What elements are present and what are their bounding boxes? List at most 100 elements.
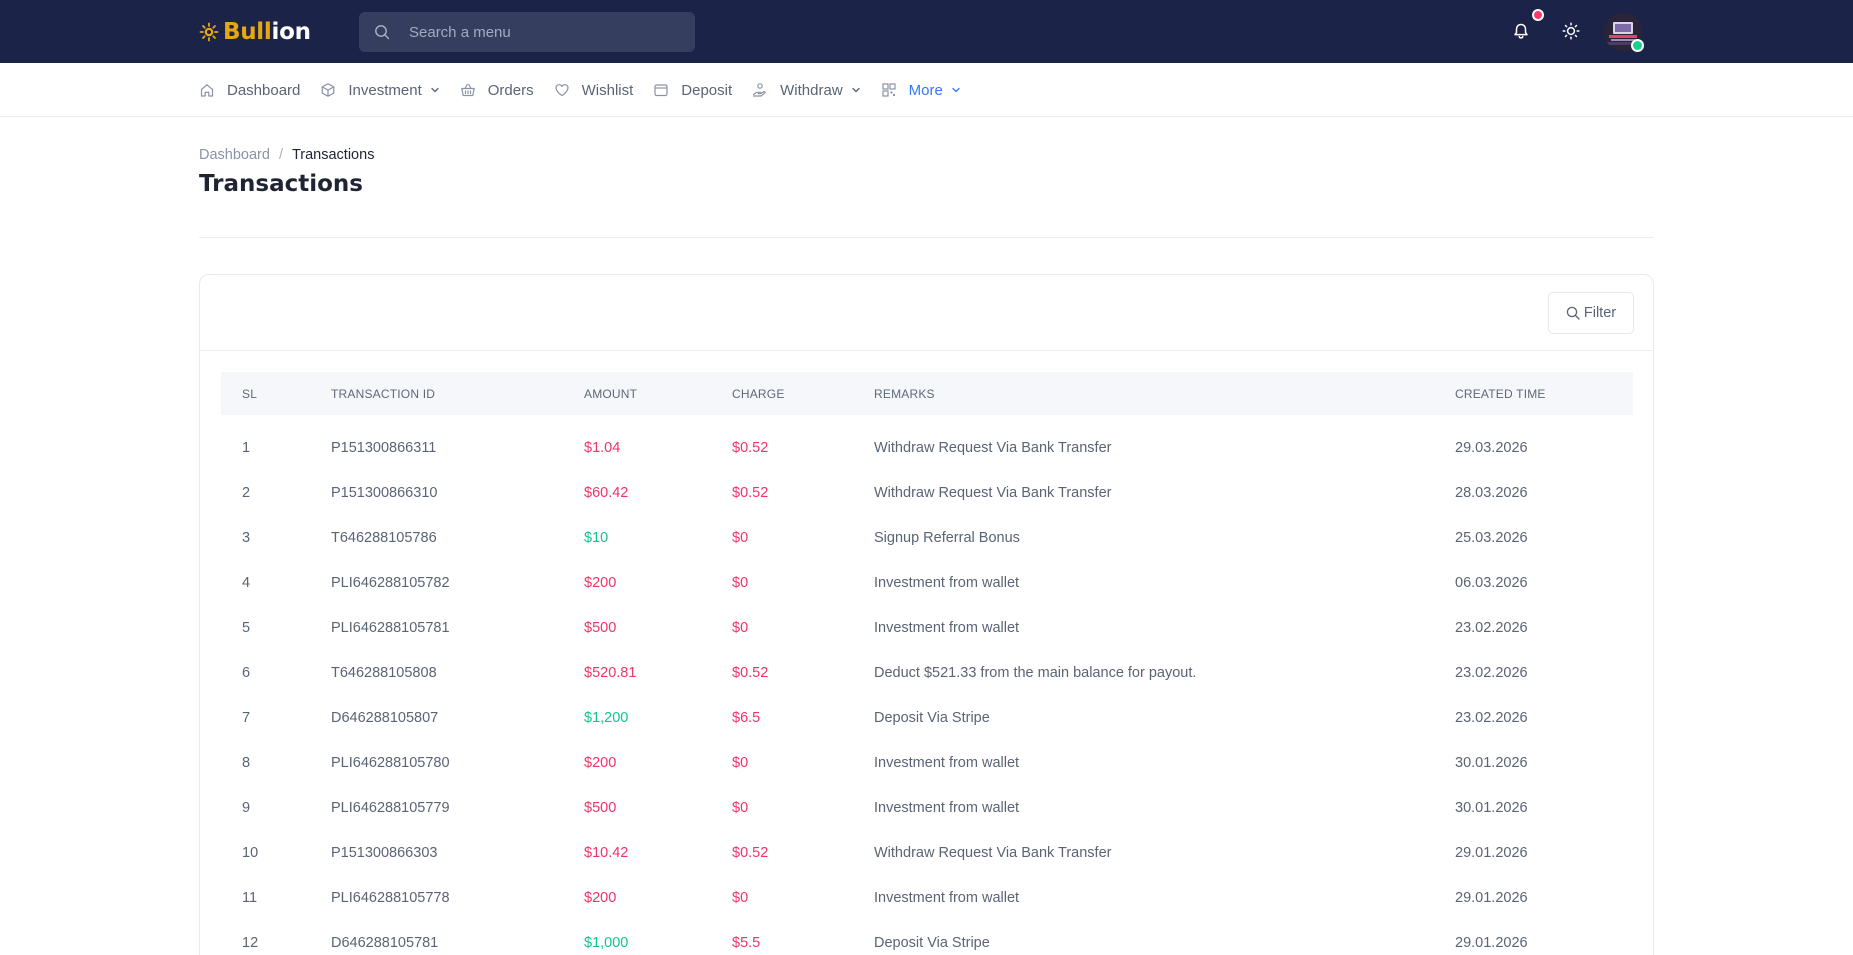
cell-sl: 12 [242,934,259,951]
cell-charge: $0.52 [732,484,769,501]
notification-badge [1532,9,1544,21]
cell-transaction-id: T646288105786 [331,529,437,546]
cell-remarks: Deduct $521.33 from the main balance for… [874,664,1197,681]
menu-search [359,12,695,52]
nav-item-label: More [908,81,943,99]
cell-transaction-id: PLI646288105782 [331,574,450,591]
wallet-icon [654,84,668,97]
nav-item-label: Dashboard [227,81,301,99]
cell-remarks: Investment from wallet [874,799,1020,816]
table-row: 3 T646288105786 $10 $0 Signup Referral Bonus… [221,515,1633,560]
breadcrumb-dashboard-link[interactable]: Dashboard [199,147,270,163]
transactions-card: Filter SL TRANSACTION ID AMOUNT CHARGE REMAR… [199,274,1654,955]
cell-amount: $500 [584,619,617,636]
cell-charge: $0.52 [732,844,769,861]
cell-transaction-id: PLI646288105778 [331,889,450,906]
chevron-down-icon [431,87,439,93]
search-icon [375,25,390,40]
cell-transaction-id: P151300866310 [331,484,438,501]
theme-toggle-sun-icon[interactable] [1562,22,1580,40]
search-icon [1566,306,1580,320]
nav-item-orders[interactable]: Orders [460,63,534,117]
cell-transaction-id: PLI646288105780 [331,754,450,771]
cell-created-time: 29.03.2026 [1455,439,1528,456]
column-header: AMOUNT [584,386,638,401]
nav-item-label: Wishlist [581,81,634,99]
top-bar: Bullion [0,0,1853,63]
table-row: 8 PLI646288105780 $200 $0 Investment from wa… [221,740,1633,785]
cell-created-time: 30.01.2026 [1455,754,1528,771]
filter-button-label: Filter [1583,305,1617,321]
page-title: Transactions [199,171,363,197]
nav-item-label: Withdraw [780,81,843,99]
cell-created-time: 28.03.2026 [1455,484,1528,501]
chevron-down-icon [852,87,860,93]
breadcrumb-separator: / [278,147,283,163]
cell-transaction-id: D646288105781 [331,934,439,951]
chevron-down-icon [952,87,960,93]
bell-icon[interactable] [1512,22,1530,40]
nav-item-label: Orders [487,81,534,99]
cell-charge: $0 [732,754,749,771]
cell-transaction-id: T646288105808 [331,664,437,681]
home-icon [200,84,214,97]
cell-amount: $200 [584,574,617,591]
cell-amount: $500 [584,799,617,816]
cell-charge: $0 [732,619,749,636]
cell-remarks: Investment from wallet [874,574,1020,591]
cell-sl: 1 [242,439,251,456]
header-divider [199,237,1654,238]
cell-created-time: 29.01.2026 [1455,934,1528,951]
brand-name: Bullion [223,19,311,45]
heart-icon [555,84,569,97]
nav-item-dashboard[interactable]: Dashboard [199,63,300,117]
table-row: 9 PLI646288105779 $500 $0 Investment from wa… [221,785,1633,830]
cell-created-time: 29.01.2026 [1455,844,1528,861]
cell-amount: $1,200 [584,709,629,726]
brand-name-part1: Bull [223,19,272,45]
cell-remarks: Deposit Via Stripe [874,934,990,951]
cell-amount: $520.81 [584,664,637,681]
cell-sl: 5 [242,619,251,636]
cell-amount: $200 [584,754,617,771]
cell-sl: 7 [242,709,251,726]
table-row: 5 PLI646288105781 $500 $0 Investment from wa… [221,605,1633,650]
cell-transaction-id: P151300866303 [331,844,438,861]
nav-item-deposit[interactable]: Deposit [653,63,732,117]
column-header: REMARKS [874,386,935,401]
cell-sl: 9 [242,799,251,816]
qr-grid-icon [882,83,896,97]
basket-icon [460,83,475,97]
cell-remarks: Withdraw Request Via Bank Transfer [874,439,1112,456]
column-header: TRANSACTION ID [331,386,436,401]
cell-transaction-id: PLI646288105781 [331,619,450,636]
cell-sl: 8 [242,754,251,771]
cell-amount: $1.04 [584,439,621,456]
nav-item-more[interactable]: More [881,63,961,117]
cell-created-time: 23.02.2026 [1455,619,1528,636]
brand-logo[interactable]: Bullion [199,16,311,48]
cube-icon [321,83,335,97]
search-input[interactable] [409,12,679,52]
table-header: SL TRANSACTION ID AMOUNT CHARGE REMARKS CREAT… [221,372,1633,415]
nav-item-withdraw[interactable]: Withdraw [752,63,861,117]
nav-item-investment[interactable]: Investment [320,63,439,117]
cell-created-time: 29.01.2026 [1455,889,1528,906]
filter-button[interactable]: Filter [1548,292,1634,334]
table-row: 7 D646288105807 $1,200 $6.5 Deposit Via Stri… [221,695,1633,740]
column-header: CREATED TIME [1455,386,1546,401]
breadcrumb-current: Transactions [291,147,375,163]
cell-remarks: Withdraw Request Via Bank Transfer [874,844,1112,861]
cell-transaction-id: P151300866311 [331,439,437,456]
cell-charge: $0 [732,529,749,546]
table-row: 10 P151300866303 $10.42 $0.52 Withdraw Reque… [221,830,1633,875]
online-status-dot [1631,39,1644,52]
cell-created-time: 06.03.2026 [1455,574,1528,591]
cell-charge: $5.5 [732,934,761,951]
nav-item-wishlist[interactable]: Wishlist [554,63,634,117]
cell-charge: $6.5 [732,709,761,726]
logo-sun-icon [199,22,219,42]
cell-charge: $0 [732,574,749,591]
nav-item-label: Investment [348,81,422,99]
nav-list: Dashboard Investment Orders Wishlist Deposit… [199,63,981,117]
